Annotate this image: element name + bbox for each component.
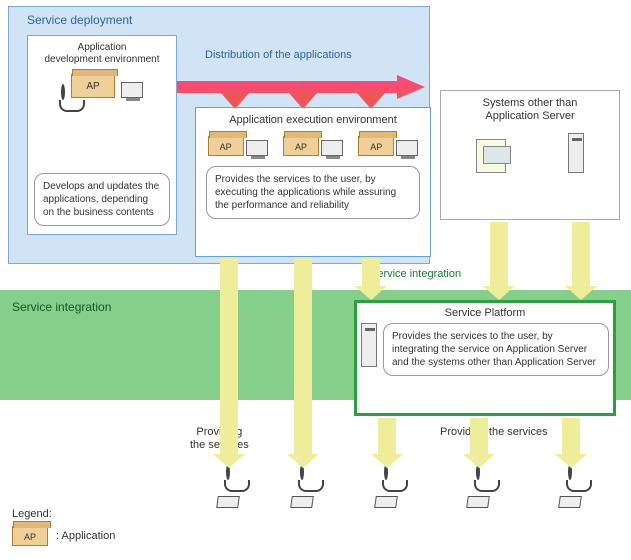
server-icon — [396, 140, 418, 156]
service-deployment-title: Service deployment — [27, 13, 132, 27]
legend-title: Legend: — [12, 508, 115, 520]
service-platform-title: Service Platform — [361, 307, 609, 319]
ap-package-icon: AP — [71, 74, 115, 98]
user-icon — [204, 466, 252, 508]
person-icon — [61, 86, 65, 98]
service-integration-flow-label: Service integration — [370, 268, 461, 280]
other-systems-box: Systems other thanApplication Server — [440, 90, 620, 220]
flow-arrow-icon — [378, 418, 396, 456]
server-icon — [246, 140, 268, 156]
service-platform-note: Provides the services to the user, by in… — [383, 323, 609, 376]
execution-environment-title: Application execution environment — [200, 114, 426, 126]
distribution-label: Distribution of the applications — [205, 49, 352, 61]
server-icon — [361, 323, 377, 367]
ap-package-icon: AP — [358, 136, 394, 156]
server-icon — [568, 133, 584, 173]
providing-services-label-right: Providing the services — [440, 426, 548, 438]
flow-arrow-icon — [470, 418, 488, 456]
user-icon — [362, 466, 410, 508]
legend: Legend: AP : Application — [12, 508, 115, 546]
server-icon — [321, 140, 343, 156]
user-icon — [546, 466, 594, 508]
documents-icon — [476, 139, 506, 173]
flow-arrow-icon — [220, 258, 238, 456]
flow-arrow-icon — [294, 258, 312, 456]
diagram-root: Service deployment Applicationdevelopmen… — [0, 0, 631, 560]
ap-package-icon: AP — [208, 136, 244, 156]
ap-package-icon: AP — [12, 526, 48, 546]
ap-package-icon: AP — [283, 136, 319, 156]
distribution-arrow-icon — [177, 69, 427, 109]
dev-environment-note: Develops and updates the applications, d… — [34, 173, 170, 226]
legend-ap-meaning: : Application — [56, 530, 115, 542]
computer-icon — [121, 82, 143, 98]
service-integration-title: Service integration — [12, 300, 111, 314]
other-systems-title: Systems other thanApplication Server — [445, 97, 615, 123]
execution-environment-note: Provides the services to the user, by ex… — [206, 166, 420, 219]
service-deployment-box: Service deployment Applicationdevelopmen… — [8, 6, 430, 264]
flow-arrow-icon — [490, 222, 508, 288]
user-icon — [454, 466, 502, 508]
dev-environment-box: Applicationdevelopment environment AP De… — [27, 35, 177, 235]
flow-arrow-icon — [572, 222, 590, 288]
service-platform-box: Service Platform Provides the services t… — [354, 300, 616, 416]
dev-environment-title: Applicationdevelopment environment — [32, 42, 172, 66]
user-icon — [278, 466, 326, 508]
flow-arrow-icon — [362, 258, 380, 288]
flow-arrow-icon — [562, 418, 580, 456]
execution-environment-box: Application execution environment AP AP … — [195, 107, 431, 257]
